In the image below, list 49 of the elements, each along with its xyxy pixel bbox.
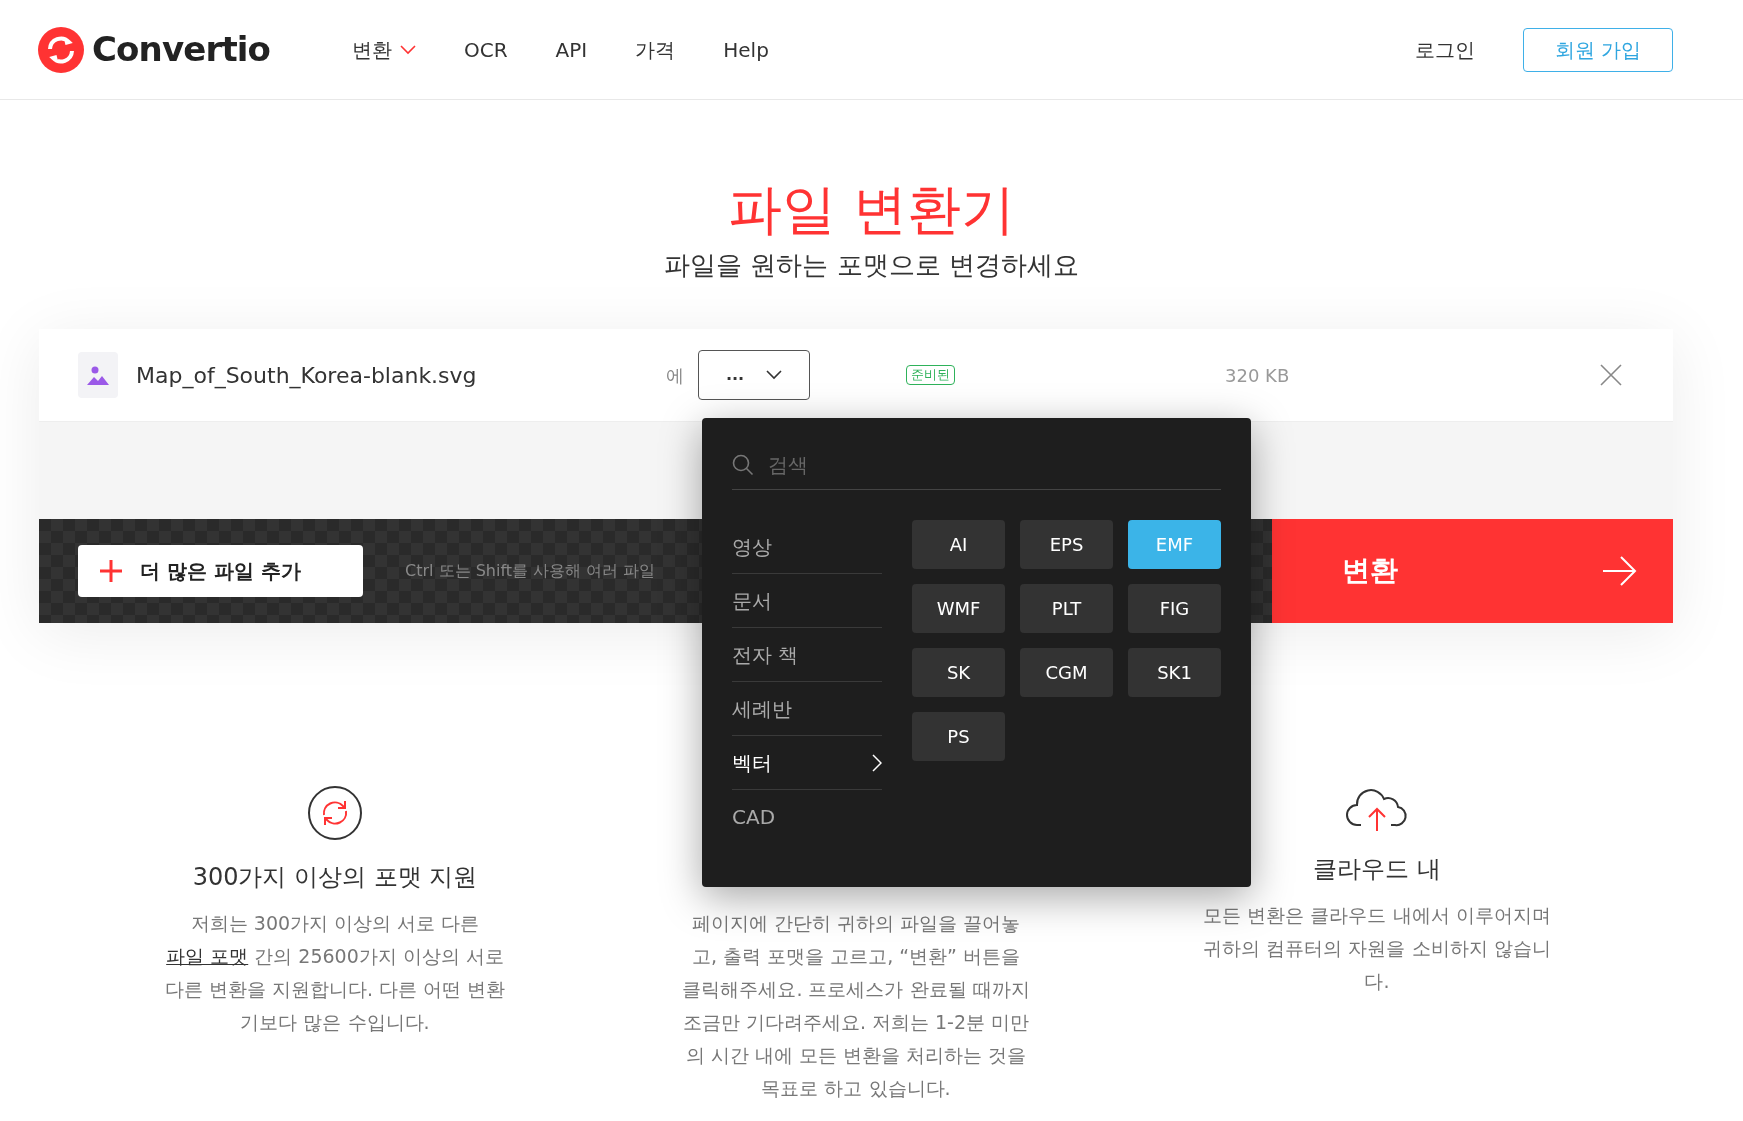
category-item[interactable]: 세례반 [732,682,882,736]
search-field[interactable]: 검색 [768,449,1068,480]
page-title: 파일 변환기 [727,178,1016,242]
format-option[interactable]: SK1 [1128,648,1221,697]
refresh-icon [307,785,363,841]
chevron-down-icon [766,370,783,380]
nav-link[interactable]: 변환 [348,34,420,65]
convert-button[interactable]: 변환 [1272,519,1673,623]
file-type-icon [78,352,118,398]
format-option[interactable]: PLT [1020,584,1113,633]
format-option[interactable]: CGM [1020,648,1113,697]
plus-icon [100,560,122,582]
file-size: 320 KB [1225,363,1290,388]
caret-icon [400,44,416,55]
format-option[interactable]: EPS [1020,520,1113,569]
add-files-button[interactable]: 더 많은 파일 추가 [78,545,363,597]
status-badge: 준비된 [906,365,955,385]
category-item[interactable]: 영상 [732,520,882,574]
arrow-right-icon [1603,556,1637,586]
format-select[interactable]: ... [698,350,810,400]
category-item[interactable]: 전자 책 [732,628,882,682]
format-option[interactable]: SK [912,648,1005,697]
category-item[interactable]: 벡터 [732,736,882,790]
nav-link[interactable]: OCR [460,34,512,65]
to-label: 에 [666,363,684,388]
feature-description: 모든 변환은 클라우드 내에서 이루어지며 귀하의 컴퓨터의 자원을 소비하지 않습니다. [1202,903,1552,994]
page-subtitle: 파일을 원하는 포맷으로 변경하세요 [664,249,1079,282]
nav-link[interactable]: Help [719,34,773,65]
nav-link[interactable]: 가격 [631,34,680,65]
hint-text: Ctrl 또는 Shift를 사용해 여러 파일 [405,560,656,582]
file-name: Map_of_South_Korea-blank.svg [136,361,478,391]
feature-title: 클라우드 내 [1313,854,1441,885]
format-option[interactable]: FIG [1128,584,1221,633]
close-icon[interactable] [1600,364,1622,386]
chevron-right-icon [872,753,882,772]
login-link[interactable]: 로그인 [1415,34,1475,65]
category-item[interactable]: CAD [732,790,882,844]
format-option[interactable]: WMF [912,584,1005,633]
format-option[interactable]: PS [912,712,1005,761]
logo-text[interactable]: Convertio [92,24,271,75]
search-icon [732,453,754,476]
format-option[interactable]: AI [912,520,1005,569]
feature-title: 300가지 이상의 포맷 지원 [192,862,478,893]
logo-icon [38,26,84,73]
feature-description: 페이지에 간단히 귀하의 파일을 끌어놓고, 출력 포맷을 고르고, “변환” 버튼을 클릭해주세요. 프로세스가 완료될 때까지 조금만 기다려주세요. 저희는 1-2분 미만의 시간 내에 모든 변환을 처리하는 것을 목표로 하고 있습니다. [681,911,1031,1101]
nav-link[interactable]: API [551,34,592,65]
category-item[interactable]: 문서 [732,574,882,628]
feature-description: 저희는 300가지 이상의 서로 다른 파일 포맷 간의 25600가지 이상의 서로 다른 변환을 지원합니다. 다른 어떤 변환기보다 많은 수입니다. [163,911,507,1035]
file-formats-link[interactable]: 파일 포맷 [166,945,249,967]
